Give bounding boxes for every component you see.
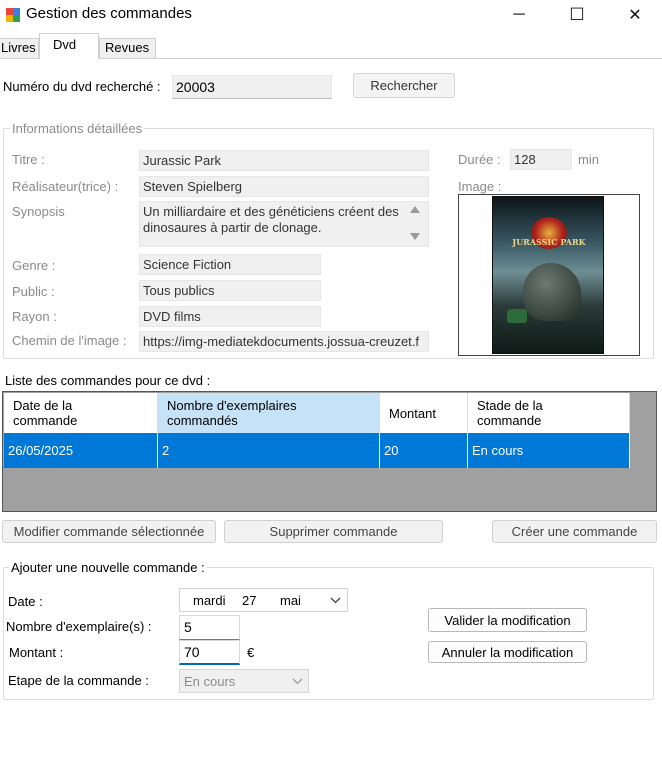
date-num: 27: [242, 593, 257, 608]
close-button[interactable]: ✕: [612, 0, 658, 30]
tab-livres[interactable]: Livres: [0, 38, 39, 58]
genre-label: Genre :: [12, 258, 56, 273]
nombre-label: Nombre d'exemplaire(s) :: [6, 619, 152, 634]
app-icon: [6, 8, 20, 22]
image-label: Image :: [458, 179, 502, 194]
window-title: Gestion des commandes: [26, 5, 192, 22]
etape-label: Etape de la commande :: [8, 673, 149, 688]
column-header-nombre[interactable]: Nombre d'exemplaires commandés: [158, 393, 380, 433]
synopsis-field: Un milliardaire et des généticiens créen…: [139, 201, 429, 247]
creer-commande-button[interactable]: Créer une commande: [492, 520, 657, 543]
new-order-legend: Ajouter une nouvelle commande :: [9, 560, 207, 575]
realisateur-label: Réalisateur(trice) :: [12, 179, 119, 194]
montant-input[interactable]: 70: [179, 640, 240, 665]
public-label: Public :: [12, 284, 55, 299]
etape-select[interactable]: En cours: [179, 669, 309, 693]
chemin-field: https://img-mediatekdocuments.jossua-cre…: [139, 331, 429, 352]
currency-label: €: [247, 645, 255, 660]
tab-dvd[interactable]: Dvd: [39, 33, 99, 59]
table-row-cell-stade[interactable]: En cours: [468, 433, 630, 468]
duree-label: Durée :: [458, 152, 501, 167]
titre-field: Jurassic Park: [139, 150, 429, 171]
synopsis-label: Synopsis: [12, 204, 65, 219]
minimize-button[interactable]: ─: [496, 0, 542, 30]
tab-revues[interactable]: Revues: [99, 38, 156, 58]
date-picker[interactable]: mardi 27 mai: [179, 588, 348, 612]
search-input[interactable]: 20003: [172, 75, 332, 99]
etape-value: En cours: [184, 674, 236, 689]
duree-field: 128: [510, 149, 572, 170]
column-header-montant[interactable]: Montant: [380, 393, 468, 433]
scroll-up-icon[interactable]: [410, 206, 420, 213]
column-header-stade[interactable]: Stade de la commande: [468, 393, 630, 433]
chemin-label: Chemin de l'image :: [12, 333, 127, 348]
modifier-commande-button[interactable]: Modifier commande sélectionnée: [2, 520, 216, 543]
chevron-down-icon[interactable]: [292, 678, 303, 685]
duree-unit: min: [578, 152, 599, 167]
search-label: Numéro du dvd recherché :: [3, 79, 161, 94]
supprimer-commande-button[interactable]: Supprimer commande: [224, 520, 443, 543]
details-legend: Informations détaillées: [10, 121, 145, 136]
public-field: Tous publics: [139, 280, 321, 301]
column-header-date[interactable]: Date de la commande: [4, 393, 158, 433]
montant-label: Montant :: [9, 645, 64, 660]
trex-silhouette: [523, 263, 581, 321]
table-row-cell-nombre[interactable]: 2: [158, 433, 380, 468]
date-label: Date :: [8, 594, 43, 609]
maximize-button[interactable]: ☐: [554, 0, 600, 30]
scroll-down-icon[interactable]: [410, 233, 420, 240]
rayon-label: Rayon :: [12, 309, 57, 324]
titre-label: Titre :: [12, 152, 45, 167]
table-row-cell-date[interactable]: 26/05/2025: [4, 433, 158, 468]
poster-jeep: [507, 309, 527, 323]
table-row-cell-montant[interactable]: 20: [380, 433, 468, 468]
nombre-input[interactable]: 5: [179, 615, 240, 640]
orders-title: Liste des commandes pour ce dvd :: [5, 373, 211, 388]
chevron-down-icon[interactable]: [330, 597, 341, 604]
date-day: mardi: [193, 593, 226, 608]
rayon-field: DVD films: [139, 306, 321, 327]
dvd-poster-image: JURASSIC PARK: [492, 196, 604, 354]
valider-modification-button[interactable]: Valider la modification: [428, 608, 587, 632]
genre-field: Science Fiction: [139, 254, 321, 275]
realisateur-field: Steven Spielberg: [139, 176, 429, 197]
date-month: mai: [280, 593, 301, 608]
search-button[interactable]: Rechercher: [353, 73, 455, 98]
orders-grid[interactable]: Date de la commande Nombre d'exemplaires c…: [2, 391, 657, 512]
poster-title: JURASSIC PARK: [512, 237, 586, 247]
annuler-modification-button[interactable]: Annuler la modification: [428, 641, 587, 663]
